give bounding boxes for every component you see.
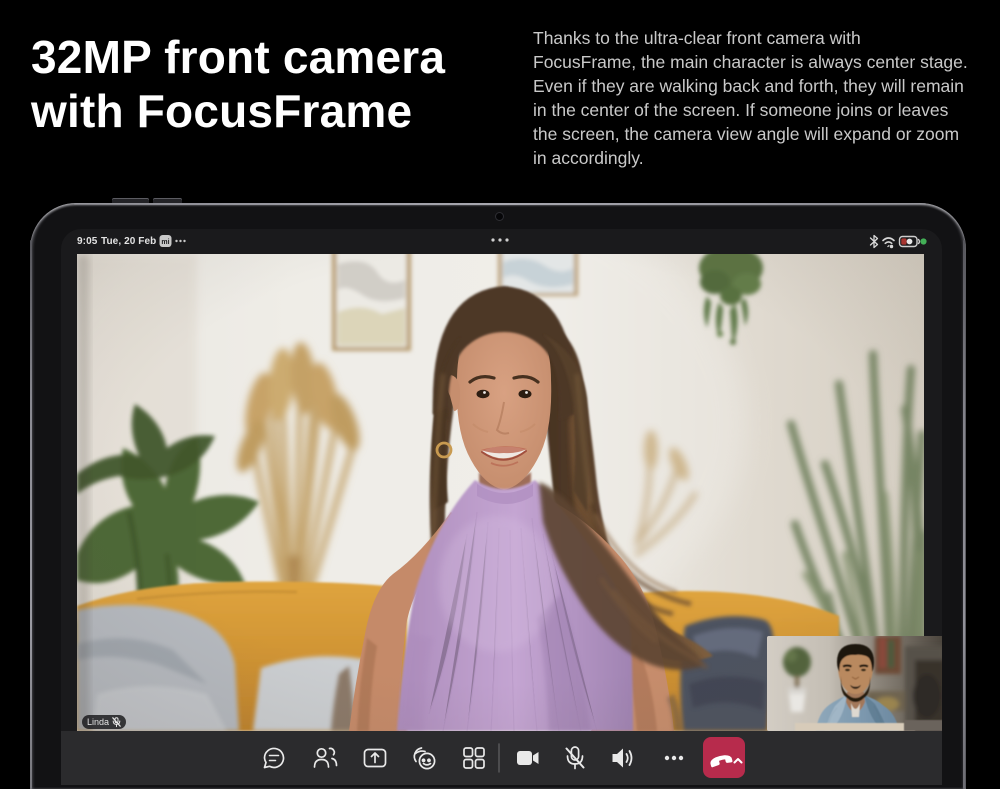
svg-text:mi: mi [161, 239, 169, 246]
